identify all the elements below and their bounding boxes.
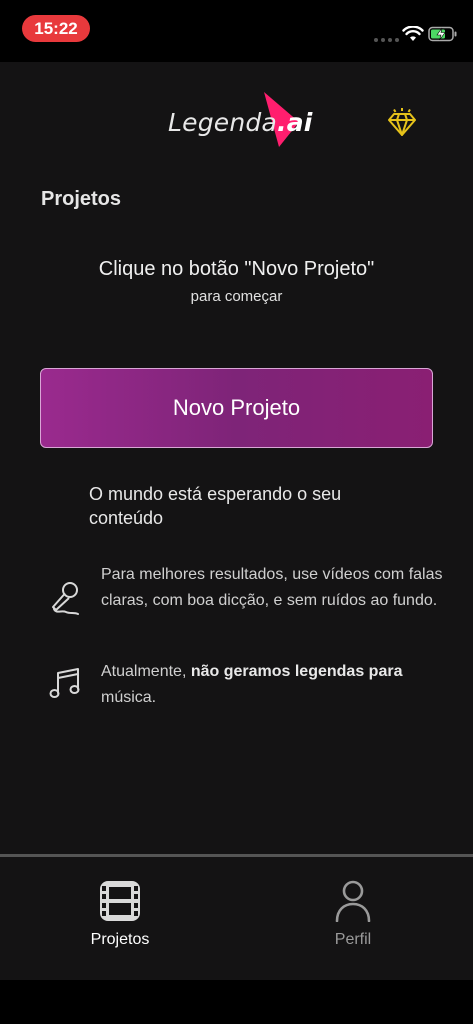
- empty-state-subhint: para começar: [190, 288, 283, 305]
- status-time: 15:22: [22, 15, 90, 42]
- wifi-icon: [402, 26, 424, 41]
- cellular-signal-icon: [374, 38, 399, 42]
- app-logo: Legenda.ai: [168, 92, 318, 152]
- music-note-icon: [49, 668, 80, 698]
- tab-projetos[interactable]: Projetos: [50, 880, 190, 949]
- microphone-icon: [52, 582, 79, 615]
- tip-text: Para melhores resultados, use vídeos com…: [101, 566, 443, 609]
- film-icon: [100, 881, 140, 921]
- page-title: Projetos: [41, 188, 122, 210]
- logo-text: Legenda: [168, 108, 277, 137]
- tab-label: Projetos: [90, 931, 150, 948]
- empty-state-hint: Clique no botão "Novo Projeto": [98, 258, 375, 280]
- status-bar: 15:22: [0, 0, 473, 62]
- diamond-icon[interactable]: [386, 108, 418, 138]
- home-indicator-area: [0, 980, 473, 1024]
- tip-text: Atualmente, não geramos legendas para mú…: [101, 663, 403, 706]
- logo-suffix: .ai: [277, 108, 313, 137]
- battery-charging-icon: [428, 26, 457, 42]
- tab-label: Perfil: [334, 931, 372, 948]
- new-project-button[interactable]: Novo Projeto: [40, 368, 433, 448]
- tab-perfil[interactable]: Perfil: [283, 880, 423, 949]
- tabbar-divider: [0, 854, 473, 857]
- person-icon: [335, 880, 371, 923]
- app-screen: Legenda.ai Projetos Clique no botão "Nov…: [0, 62, 473, 980]
- waiting-text: O mundo está esperando o seu conteúdo: [89, 484, 342, 528]
